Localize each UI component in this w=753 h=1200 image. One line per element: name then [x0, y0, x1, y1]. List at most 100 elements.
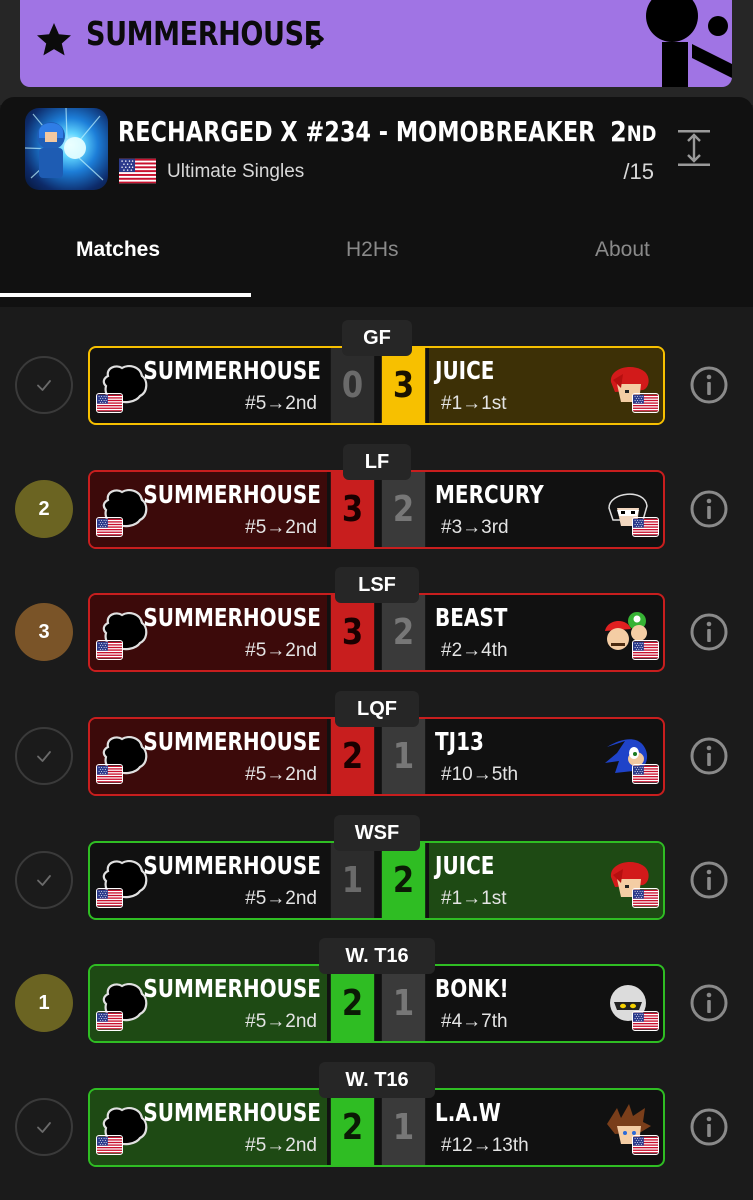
- player-one-seed: #5→2nd: [245, 393, 317, 414]
- player-two-panel: JUICE #1→1st: [429, 348, 663, 423]
- round-label: LSF: [335, 567, 419, 603]
- game-count-badge: 3: [15, 603, 73, 661]
- game-count-badge: 2: [15, 480, 73, 538]
- match-row[interactable]: LSF 3 SUMMERHOUSE #5→2nd 3 2 BEAST #2→4t…: [0, 567, 753, 672]
- star-icon: [37, 23, 71, 56]
- player-two-name: MERCURY: [435, 480, 544, 509]
- placement: 2ND: [610, 115, 656, 148]
- player-two-panel: BEAST #2→4th: [429, 595, 663, 670]
- player-one-name: SUMMERHOUSE: [143, 727, 321, 756]
- match-card[interactable]: SUMMERHOUSE #5→2nd 2 1 TJ13 #10→5th: [88, 717, 665, 796]
- player-two-name: JUICE: [435, 356, 495, 385]
- player-one-seed: #5→2nd: [245, 888, 317, 909]
- player-two-score: 2: [381, 843, 426, 918]
- player-two-seed: #2→4th: [441, 640, 508, 661]
- us-flag-icon: [632, 393, 659, 413]
- event-title: RECHARGED X #234 - MOMOBREAKER: [118, 115, 596, 148]
- match-card[interactable]: SUMMERHOUSE #5→2nd 2 1 BONK! #4→7th: [88, 964, 665, 1043]
- player-one-seed: #5→2nd: [245, 640, 317, 661]
- player-one-panel: SUMMERHOUSE #5→2nd: [90, 719, 327, 794]
- match-completed-check-icon: [15, 727, 73, 785]
- us-flag-icon: [96, 640, 123, 660]
- info-icon[interactable]: [689, 612, 729, 652]
- placement-suffix: ND: [626, 122, 656, 146]
- player-one-score: 3: [330, 595, 375, 670]
- round-label: W. T16: [319, 1062, 435, 1098]
- player-one-panel: SUMMERHOUSE #5→2nd: [90, 348, 327, 423]
- player-one-score: 3: [330, 472, 375, 547]
- player-two-panel: BONK! #4→7th: [429, 966, 663, 1041]
- game-count-badge: 1: [15, 974, 73, 1032]
- round-label: LQF: [335, 691, 419, 727]
- us-flag-icon: [632, 517, 659, 537]
- player-two-name: L.A.W: [435, 1098, 501, 1127]
- info-icon[interactable]: [689, 365, 729, 405]
- player-two-seed: #3→3rd: [441, 517, 509, 538]
- round-label: LF: [343, 444, 411, 480]
- player-one-name: SUMMERHOUSE: [143, 1098, 321, 1127]
- player-one-score: 1: [330, 843, 375, 918]
- banner-player-name: SUMMERHOUSE: [86, 14, 322, 53]
- player-two-score: 2: [381, 595, 426, 670]
- match-row[interactable]: W. T16 SUMMERHOUSE #5→2nd 2 1 L.A.W #12→…: [0, 1062, 753, 1167]
- us-flag-icon: [632, 1011, 659, 1031]
- player-two-panel: L.A.W #12→13th: [429, 1090, 663, 1165]
- player-two-seed: #1→1st: [441, 393, 507, 414]
- player-one-score: 2: [330, 719, 375, 794]
- player-two-name: JUICE: [435, 851, 495, 880]
- us-flag-icon: [632, 888, 659, 908]
- info-icon[interactable]: [689, 860, 729, 900]
- match-card[interactable]: SUMMERHOUSE #5→2nd 1 2 JUICE #1→1st: [88, 841, 665, 920]
- placement-number: 2: [609, 115, 627, 148]
- info-icon[interactable]: [689, 489, 729, 529]
- tab-h2hs[interactable]: H2Hs: [346, 238, 399, 262]
- match-row[interactable]: W. T16 1 SUMMERHOUSE #5→2nd 2 1 BONK! #4…: [0, 938, 753, 1043]
- player-one-score: 0: [330, 348, 375, 423]
- player-one-seed: #5→2nd: [245, 1135, 317, 1156]
- tab-about[interactable]: About: [595, 238, 650, 262]
- match-card[interactable]: SUMMERHOUSE #5→2nd 3 2 MERCURY #3→3rd: [88, 470, 665, 549]
- match-card[interactable]: SUMMERHOUSE #5→2nd 2 1 L.A.W #12→13th: [88, 1088, 665, 1167]
- us-flag-icon: [96, 517, 123, 537]
- player-two-score: 1: [381, 1090, 426, 1165]
- us-flag-icon: [96, 764, 123, 784]
- match-completed-check-icon: [15, 356, 73, 414]
- us-flag-icon: [632, 1135, 659, 1155]
- player-one-name: SUMMERHOUSE: [143, 603, 321, 632]
- expand-vertical-icon[interactable]: [677, 127, 711, 169]
- player-one-name: SUMMERHOUSE: [143, 851, 321, 880]
- player-one-seed: #5→2nd: [245, 764, 317, 785]
- match-row[interactable]: LQF SUMMERHOUSE #5→2nd 2 1 TJ13 #10→5th: [0, 691, 753, 796]
- info-icon[interactable]: [689, 1107, 729, 1147]
- player-one-name: SUMMERHOUSE: [143, 480, 321, 509]
- player-one-name: SUMMERHOUSE: [143, 356, 321, 385]
- info-icon[interactable]: [689, 736, 729, 776]
- player-two-panel: TJ13 #10→5th: [429, 719, 663, 794]
- total-entrants: /15: [623, 159, 654, 184]
- match-row[interactable]: WSF SUMMERHOUSE #5→2nd 1 2 JUICE #1→1st: [0, 815, 753, 920]
- player-two-name: TJ13: [435, 727, 484, 756]
- player-two-panel: JUICE #1→1st: [429, 843, 663, 918]
- player-two-score: 3: [381, 348, 426, 423]
- player-one-name: SUMMERHOUSE: [143, 974, 321, 1003]
- player-banner[interactable]: SUMMERHOUSE: [20, 0, 732, 87]
- player-two-seed: #12→13th: [441, 1135, 529, 1156]
- us-flag-icon: [96, 1135, 123, 1155]
- us-flag-icon: [119, 158, 156, 184]
- match-row[interactable]: GF SUMMERHOUSE #5→2nd 0 3 JUICE #1→1st: [0, 320, 753, 425]
- round-label: W. T16: [319, 938, 435, 974]
- player-two-score: 2: [381, 472, 426, 547]
- match-card[interactable]: SUMMERHOUSE #5→2nd 0 3 JUICE #1→1st: [88, 346, 665, 425]
- tab-matches[interactable]: Matches: [76, 238, 160, 262]
- match-row[interactable]: LF 2 SUMMERHOUSE #5→2nd 3 2 MERCURY #3→3…: [0, 444, 753, 549]
- us-flag-icon: [632, 764, 659, 784]
- match-completed-check-icon: [15, 851, 73, 909]
- match-card[interactable]: SUMMERHOUSE #5→2nd 3 2 BEAST #2→4th: [88, 593, 665, 672]
- us-flag-icon: [96, 1011, 123, 1031]
- us-flag-icon: [96, 393, 123, 413]
- player-two-panel: MERCURY #3→3rd: [429, 472, 663, 547]
- player-one-seed: #5→2nd: [245, 517, 317, 538]
- info-icon[interactable]: [689, 983, 729, 1023]
- player-one-panel: SUMMERHOUSE #5→2nd: [90, 472, 327, 547]
- round-label: GF: [342, 320, 412, 356]
